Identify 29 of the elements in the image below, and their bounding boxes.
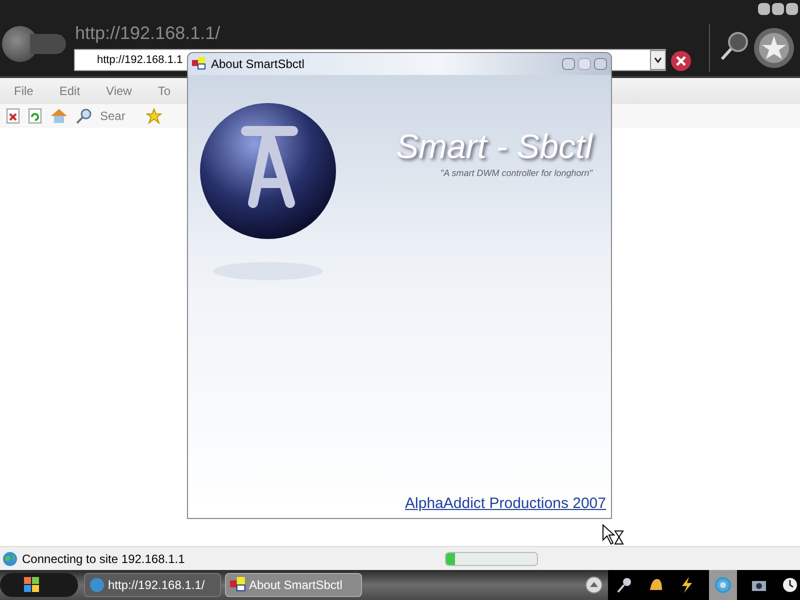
menu-item[interactable]: Edit — [59, 82, 80, 100]
status-text: Connecting to site 192.168.1.1 — [22, 550, 185, 568]
taskbar-button[interactable]: About SmartSbctl — [225, 573, 362, 597]
stop-icon[interactable] — [6, 108, 20, 124]
taskbar-button[interactable]: http://192.168.1.1/ — [84, 573, 221, 597]
stop-button[interactable] — [670, 50, 692, 72]
app-name: Smart - Sbctl — [396, 127, 592, 167]
app-icon — [230, 577, 246, 593]
clock-icon[interactable] — [781, 576, 799, 594]
menu-item[interactable]: View — [106, 82, 132, 100]
search-icon[interactable] — [720, 30, 750, 62]
page-title: http://192.168.1.1/ — [75, 22, 220, 45]
busy-cursor-icon — [602, 524, 624, 546]
globe-icon — [2, 550, 18, 566]
start-button[interactable] — [0, 571, 78, 599]
dropdown-button[interactable] — [650, 50, 666, 70]
menu-item[interactable]: To — [158, 82, 171, 100]
menu-item[interactable]: File — [14, 82, 34, 100]
search-label: Sear — [100, 108, 126, 125]
refresh-icon[interactable] — [28, 108, 42, 124]
star-icon[interactable] — [146, 108, 162, 124]
show-hidden-icons-button[interactable] — [585, 576, 603, 594]
dialog-title: About SmartSbctl — [211, 56, 304, 73]
caret-icon — [654, 57, 662, 63]
search-icon[interactable] — [616, 576, 634, 594]
credits-link[interactable]: AlphaAddict Productions 2007 — [405, 492, 606, 515]
address-text: http://192.168.1.1 — [97, 52, 183, 68]
tagline-text: "A smart DWM controller for longhorn" — [440, 167, 592, 180]
app-icon — [192, 57, 206, 71]
